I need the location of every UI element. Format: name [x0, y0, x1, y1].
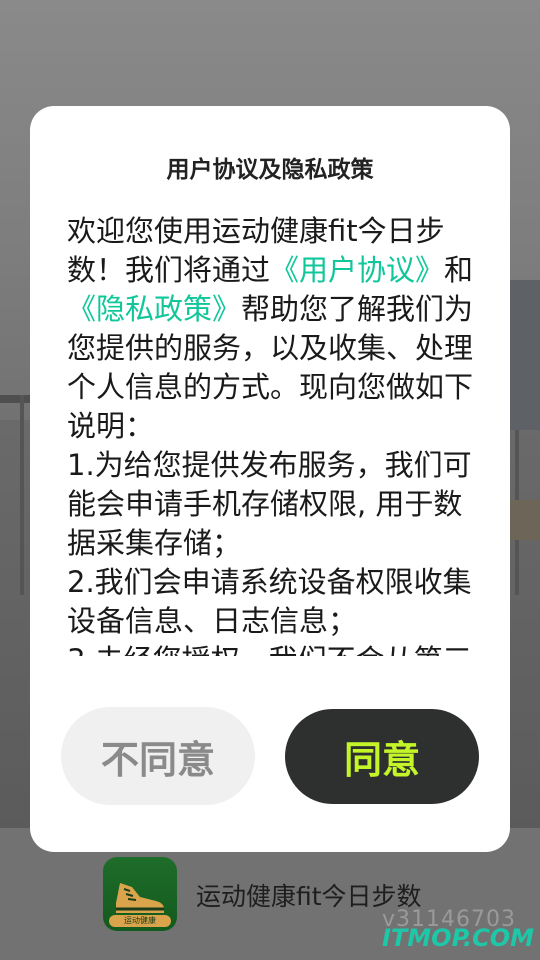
list-item: 2.我们会申请系统设备权限收集设备信息、日志信息；: [67, 565, 472, 638]
list-item: 3.未经您授权，我们不会从第三方获取、共享或对外提供您的信息；: [67, 643, 473, 656]
agree-button[interactable]: 同意: [285, 709, 479, 804]
screen: 运动健康 运动健康fit今日步数 v31146703 ITMOP.COM 用户协…: [0, 0, 540, 960]
dialog-title: 用户协议及隐私政策: [166, 157, 374, 183]
shoe-icon: [116, 883, 164, 913]
privacy-policy-link[interactable]: 《隐私政策》: [67, 292, 241, 326]
disagree-button[interactable]: 不同意: [61, 707, 255, 805]
watermark: ITMOP.COM: [382, 924, 535, 952]
list-item: 1.为给您提供发布服务，我们可能会申请手机存储权限, 用于数据采集存储；: [67, 448, 472, 560]
background-bench: [508, 500, 540, 540]
app-icon-label: 运动健康: [109, 915, 171, 927]
background-building: [510, 280, 540, 430]
and-text: 和: [444, 253, 474, 287]
user-agreement-link[interactable]: 《用户协议》: [270, 253, 444, 287]
app-icon: 运动健康: [103, 857, 177, 931]
background-railing-post: [20, 395, 24, 595]
dialog-body[interactable]: 欢迎您使用运动健康fit今日步数！我们将通过《用户协议》和《隐私政策》帮助您了解…: [67, 212, 477, 656]
